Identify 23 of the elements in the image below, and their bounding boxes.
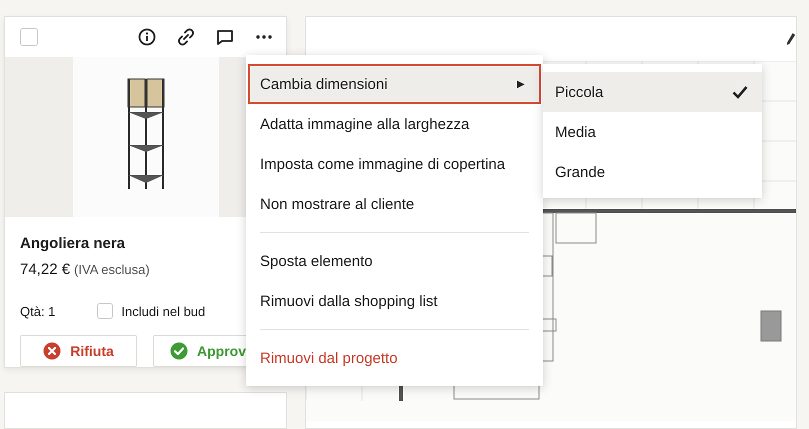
link-icon[interactable] xyxy=(176,27,196,47)
product-price: 74,22 € xyxy=(20,261,70,278)
quantity-label: Qtà: 1 xyxy=(20,304,56,318)
menu-item[interactable]: Media xyxy=(543,112,762,152)
vat-note: (IVA esclusa) xyxy=(74,262,150,277)
check-icon xyxy=(170,342,188,360)
close-icon xyxy=(43,342,62,360)
menu-item[interactable]: Adatta immagine alla larghezza xyxy=(248,104,541,144)
menu-item[interactable]: Rimuovi dalla shopping list xyxy=(248,281,541,321)
reject-button[interactable]: Rifiuta xyxy=(20,335,137,367)
menu-item[interactable]: Piccola xyxy=(543,72,762,112)
info-icon[interactable] xyxy=(137,27,157,47)
product-name: Angoliera nera xyxy=(20,235,126,252)
menu-item[interactable]: Grande xyxy=(543,152,762,192)
pencil-icon[interactable] xyxy=(786,32,796,46)
menu-item[interactable]: Non mostrare al cliente xyxy=(248,184,541,224)
menu-item[interactable]: Imposta come immagine di copertina xyxy=(248,144,541,184)
select-checkbox[interactable] xyxy=(20,28,38,46)
comment-icon[interactable] xyxy=(215,27,235,47)
menu-item[interactable]: Cambia dimensioni ▶ xyxy=(248,64,541,104)
include-label: Includi nel bud xyxy=(121,304,206,318)
include-checkbox[interactable] xyxy=(97,303,114,319)
menu-item[interactable]: Sposta elemento xyxy=(248,241,541,281)
